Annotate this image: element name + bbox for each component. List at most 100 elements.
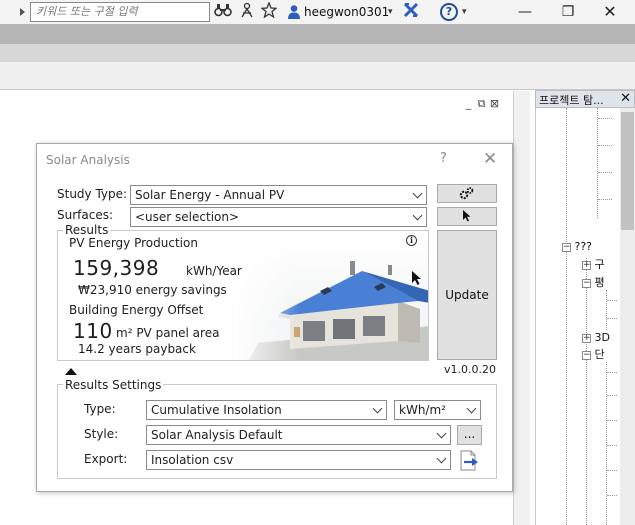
pv-energy-value: 159,398 [73, 256, 160, 280]
restore-button[interactable]: ❐ [548, 0, 588, 24]
surfaces-label: Surfaces: [57, 208, 114, 222]
energy-savings-text: ₩23,910 energy savings [78, 283, 227, 297]
tree-collapse-icon[interactable]: − [582, 350, 591, 360]
dialog-close-button[interactable]: ✕ [483, 149, 497, 169]
search-expand-arrow-icon[interactable] [20, 8, 25, 16]
study-type-select[interactable]: Solar Energy - Annual PV [130, 185, 427, 205]
type-label: Type: [84, 402, 116, 416]
export-select[interactable]: Insolation csv [146, 450, 451, 470]
type-value: Cumulative Insolation [151, 403, 282, 417]
style-label: Style: [84, 427, 119, 441]
solar-analysis-dialog: Solar Analysis ? ✕ Study Type: Solar Ene… [36, 143, 513, 492]
tree-guide-line [586, 258, 587, 525]
chevron-down-icon [436, 453, 447, 464]
info-icon[interactable]: i [406, 235, 417, 246]
study-type-label: Study Type: [57, 187, 128, 201]
export-file-icon[interactable] [458, 450, 480, 472]
keyword-search-input[interactable] [36, 5, 204, 18]
unit-value: kWh/m² [399, 403, 446, 417]
chevron-down-icon [466, 403, 477, 414]
pv-energy-unit: kWh/Year [186, 264, 242, 278]
chevron-down-icon [412, 188, 423, 199]
tree-guide-line [598, 145, 612, 146]
tree-guide-line [598, 172, 612, 173]
tree-expand-icon[interactable]: + [582, 260, 591, 270]
sign-in-person-icon[interactable] [240, 2, 254, 22]
keyword-search-box[interactable] [30, 2, 210, 22]
close-window-button[interactable]: ✕ [590, 0, 630, 24]
view-restore-icon[interactable]: ⧉ [475, 97, 488, 111]
tree-node-label: 평 [594, 276, 605, 289]
surfaces-value: <user selection> [135, 210, 240, 224]
help-icon[interactable]: ? [440, 3, 458, 21]
collapse-settings-triangle-icon[interactable] [65, 368, 77, 375]
tree-guide-line [606, 290, 607, 330]
tree-collapse-icon[interactable]: − [562, 242, 571, 252]
panel-area-unit: m² PV panel area [116, 326, 220, 340]
binoculars-icon[interactable] [213, 2, 233, 22]
select-surfaces-button[interactable] [437, 207, 497, 226]
study-settings-button[interactable] [437, 184, 497, 203]
panel-area-value: 110 [73, 319, 113, 343]
version-label: v1.0.0.20 [444, 363, 496, 376]
tree-guide-line [607, 395, 617, 396]
tree-guide-line [607, 420, 617, 421]
building-offset-heading: Building Energy Offset [69, 303, 204, 317]
unit-select[interactable]: kWh/m² [394, 400, 481, 420]
style-more-button[interactable]: ... [457, 425, 482, 445]
view-minimize-icon[interactable]: _ [462, 97, 475, 110]
results-settings-label: Results Settings [63, 378, 164, 392]
project-browser-title: 프로젝트 탐... [539, 94, 604, 107]
tree-guide-line [606, 362, 607, 525]
tree-expand-icon[interactable]: + [582, 333, 591, 343]
type-select[interactable]: Cumulative Insolation [146, 400, 387, 420]
export-label: Export: [84, 452, 128, 466]
tree-guide-line [566, 108, 567, 248]
style-value: Solar Analysis Default [151, 428, 283, 442]
study-type-value: Solar Energy - Annual PV [135, 188, 285, 202]
user-dropdown-chevron-icon[interactable]: ▾ [388, 2, 393, 22]
tree-guide-line [598, 118, 612, 119]
view-close-icon[interactable]: ⊠ [488, 97, 501, 110]
chevron-down-icon [372, 403, 383, 414]
minimize-button[interactable]: — [505, 0, 545, 24]
style-select[interactable]: Solar Analysis Default [146, 425, 451, 445]
username-label[interactable]: heegwon0301 [304, 2, 389, 22]
payback-text: 14.2 years payback [78, 342, 196, 356]
project-browser-scroll-thumb[interactable] [621, 112, 634, 230]
results-group-label: Results [63, 223, 111, 237]
tree-node[interactable]: − ??? [562, 240, 592, 253]
user-icon[interactable] [287, 2, 301, 22]
tree-guide-line [607, 300, 617, 301]
results-group: PV Energy Production 159,398 kWh/Year ₩2… [57, 230, 429, 361]
tree-guide-line [607, 318, 617, 319]
tree-node-label: 3D [594, 331, 610, 344]
tree-collapse-icon[interactable]: − [582, 278, 591, 288]
project-browser-header: 프로젝트 탐... ✕ [535, 90, 635, 108]
exchange-x-icon[interactable] [403, 2, 419, 22]
star-icon[interactable] [260, 1, 278, 22]
update-button[interactable]: Update [437, 230, 497, 360]
tree-node-label: 단 [594, 348, 605, 361]
help-dropdown-chevron-icon[interactable]: ▾ [462, 2, 467, 22]
tree-node[interactable]: − 단 [582, 348, 605, 361]
tree-guide-line [566, 250, 567, 525]
ribbon-panel-band [0, 44, 635, 62]
tree-guide-line [597, 108, 598, 218]
tree-guide-line [607, 372, 617, 373]
title-bar: heegwon0301 ▾ ? ▾ — ❐ ✕ [0, 0, 635, 24]
tree-guide-line [607, 470, 617, 471]
tree-guide-line [607, 495, 617, 496]
view-scroll-strip[interactable] [514, 91, 530, 525]
tree-guide-line [607, 445, 617, 446]
tree-node[interactable]: + 구 [582, 258, 605, 271]
tree-node[interactable]: − 평 [582, 276, 605, 289]
tree-node[interactable]: + 3D [582, 331, 610, 344]
tree-node-label: ??? [574, 240, 593, 253]
project-browser-close-icon[interactable]: ✕ [620, 91, 631, 106]
tree-node-label: 구 [594, 258, 605, 271]
gears-icon [459, 186, 474, 199]
view-window-controls: _ ⧉ ⊠ [462, 97, 501, 111]
dialog-help-button[interactable]: ? [440, 151, 447, 166]
surfaces-select[interactable]: <user selection> [130, 207, 427, 227]
